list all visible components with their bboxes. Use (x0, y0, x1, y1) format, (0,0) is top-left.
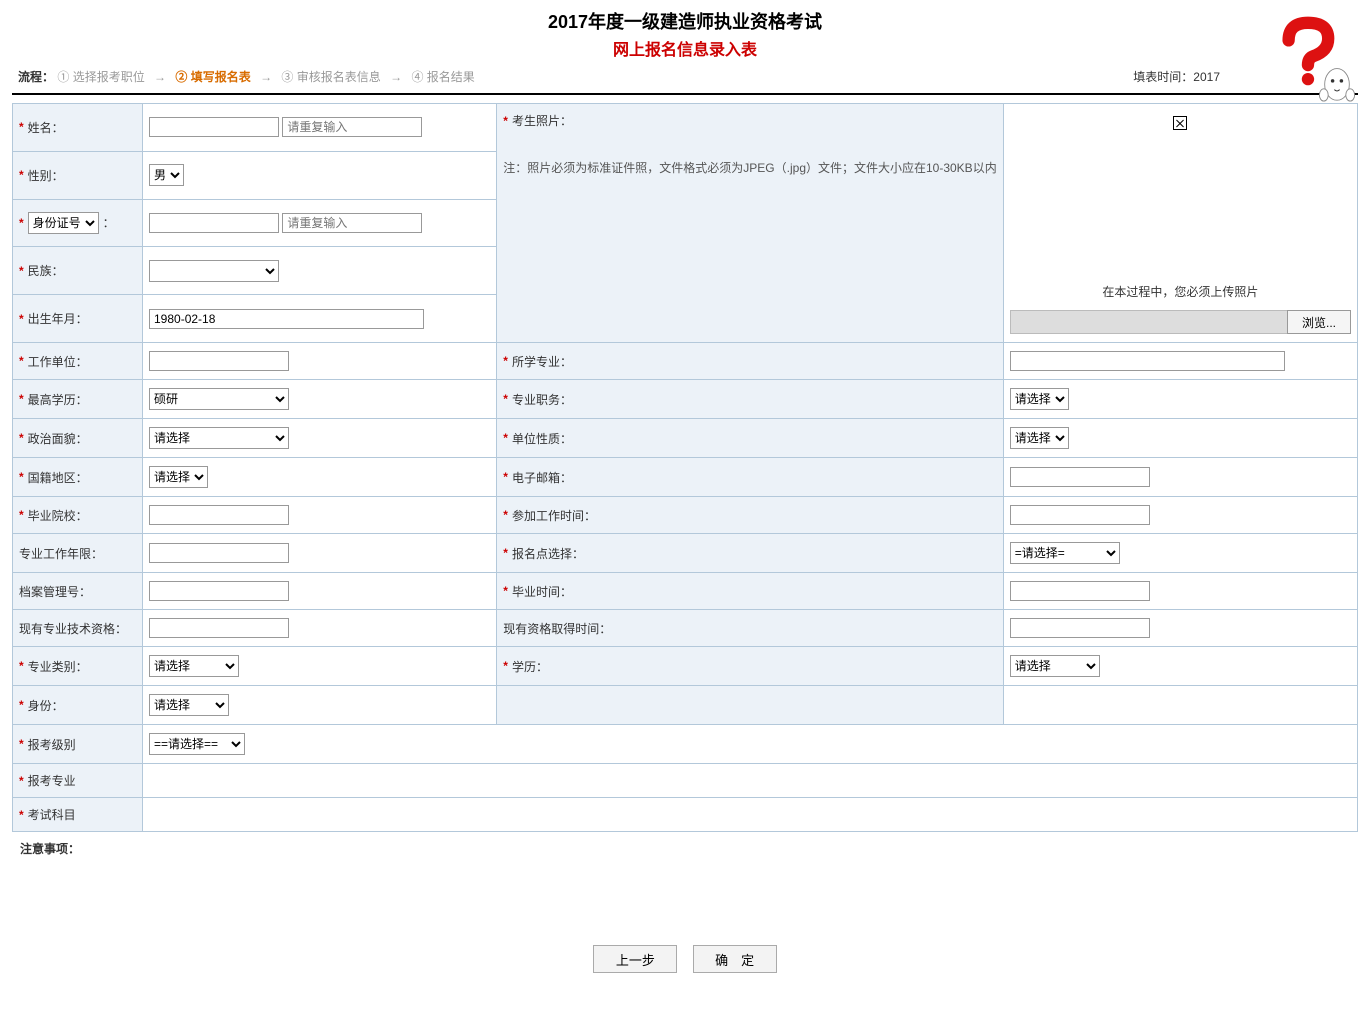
exam-level-select[interactable]: ==请选择== (149, 733, 245, 755)
gender-select[interactable]: 男 (149, 164, 184, 186)
broken-image-icon (1173, 116, 1187, 130)
id-input[interactable] (149, 213, 279, 233)
label-photo: 考生照片： (512, 112, 572, 129)
label-exam-level: 报考级别 (28, 736, 76, 753)
button-row: 上一步 确 定 (0, 865, 1370, 1013)
work-years-input[interactable] (149, 543, 289, 563)
label-current-qual: 现有专业技术资格： (19, 620, 127, 637)
political-select[interactable]: 请选择 (149, 427, 289, 449)
required-icon: * (19, 120, 24, 134)
label-name: 姓名： (28, 119, 64, 136)
flow-time: 填表时间：2017 (1133, 68, 1220, 85)
major-cat-select[interactable]: 请选择 (149, 655, 239, 677)
label-prof-title: 专业职务： (512, 391, 572, 408)
photo-hint: 在本过程中，您必须上传照片 (1010, 283, 1351, 300)
label-major-cat: 专业类别： (28, 658, 88, 675)
current-qual-input[interactable] (149, 618, 289, 638)
photo-area: 在本过程中，您必须上传照片 浏览... (1003, 104, 1357, 343)
label-edu: 最高学历： (28, 391, 88, 408)
label-archive: 档案管理号： (19, 583, 91, 600)
flow-step-2: ② 填写报名表 (175, 70, 250, 84)
label-email: 电子邮箱： (512, 469, 572, 486)
label-work-years: 专业工作年限： (19, 545, 103, 562)
label-degree: 学历： (512, 658, 548, 675)
label-political: 政治面貌： (28, 430, 88, 447)
confirm-button[interactable]: 确 定 (693, 945, 777, 973)
label-work-unit: 工作单位： (28, 353, 88, 370)
label-study-major: 所学专业： (512, 353, 572, 370)
label-id-colon: ： (103, 214, 115, 231)
label-grad-school: 毕业院校： (28, 507, 88, 524)
flow-divider (12, 93, 1358, 95)
label-exam-major: 报考专业 (28, 772, 76, 789)
birth-input[interactable] (149, 309, 424, 329)
nationality-select[interactable]: 请选择 (149, 466, 208, 488)
page-subtitle: 网上报名信息录入表 (0, 36, 1370, 60)
reg-point-select[interactable]: =请选择= (1010, 542, 1120, 564)
flow-step-4: ④ 报名结果 (411, 70, 474, 84)
work-unit-input[interactable] (149, 351, 289, 371)
page-title: 2017年度一级建造师执业资格考试 (0, 8, 1370, 34)
browse-button[interactable]: 浏览... (1287, 310, 1351, 334)
label-gender: 性别： (28, 167, 64, 184)
prev-button[interactable]: 上一步 (593, 945, 677, 973)
label-reg-point: 报名点选择： (512, 545, 584, 562)
grad-time-input[interactable] (1010, 581, 1150, 601)
photo-note: 注：照片必须为标准证件照，文件格式必须为JPEG（.jpg）文件；文件大小应在1… (503, 159, 996, 177)
label-grad-time: 毕业时间： (512, 583, 572, 600)
archive-input[interactable] (149, 581, 289, 601)
page-header: 2017年度一级建造师执业资格考试 网上报名信息录入表 (0, 0, 1370, 62)
qual-time-input[interactable] (1010, 618, 1150, 638)
photo-path-display (1010, 310, 1287, 334)
flow-step-1: ① 选择报考职位 (57, 70, 144, 84)
edu-select[interactable]: 硕研 (149, 388, 289, 410)
label-ethnic: 民族： (28, 262, 64, 279)
study-major-input[interactable] (1010, 351, 1285, 371)
prof-title-select[interactable]: 请选择 (1010, 388, 1069, 410)
registration-form: * 姓名： * 考生照片： 注：照片必须为标准证件照，文件格式必须为JPEG（.… (12, 103, 1358, 832)
label-birth: 出生年月： (28, 310, 88, 327)
ethnic-select[interactable] (149, 260, 279, 282)
email-input[interactable] (1010, 467, 1150, 487)
grad-school-input[interactable] (149, 505, 289, 525)
identity-select[interactable]: 请选择 (149, 694, 229, 716)
name-input[interactable] (149, 117, 279, 137)
notes-label: 注意事项： (0, 832, 1370, 865)
id-type-select[interactable]: 身份证号 (28, 212, 99, 234)
label-exam-subject: 考试科目 (28, 806, 76, 823)
name-repeat-input[interactable] (282, 117, 422, 137)
label-identity: 身份： (28, 697, 64, 714)
degree-select[interactable]: 请选择 (1010, 655, 1100, 677)
join-work-input[interactable] (1010, 505, 1150, 525)
label-unit-type: 单位性质： (512, 430, 572, 447)
flow-bar: 流程： ① 选择报考职位 → ② 填写报名表 → ③ 审核报名表信息 → ④ 报… (0, 62, 1370, 93)
label-join-work: 参加工作时间： (512, 507, 596, 524)
label-nationality: 国籍地区： (28, 469, 88, 486)
label-qual-time: 现有资格取得时间： (503, 620, 611, 637)
id-repeat-input[interactable] (282, 213, 422, 233)
flow-step-3: ③ 审核报名表信息 (281, 70, 380, 84)
unit-type-select[interactable]: 请选择 (1010, 427, 1069, 449)
flow-label: 流程： (18, 70, 54, 84)
